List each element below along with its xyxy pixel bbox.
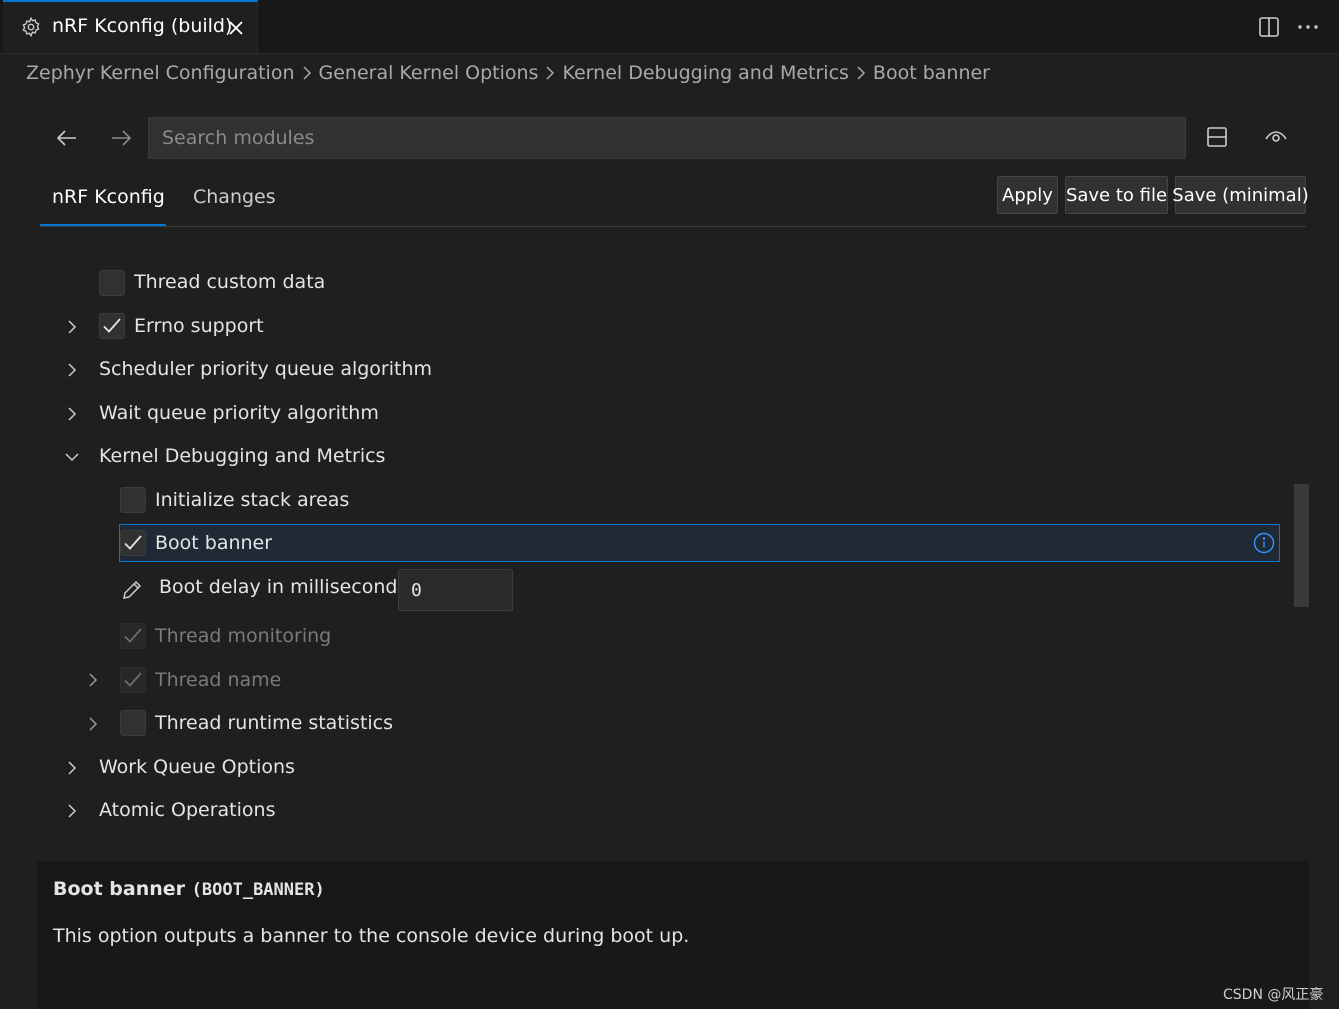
chevron-down-icon[interactable]	[63, 448, 81, 466]
errno-support-checkbox[interactable]	[99, 313, 125, 339]
search-box[interactable]	[148, 117, 1186, 159]
tree-menu-label[interactable]: Wait queue priority algorithm	[99, 402, 379, 424]
arrow-left-icon	[56, 130, 76, 146]
chevron-right-icon[interactable]	[63, 361, 81, 379]
more-actions-icon[interactable]	[1296, 15, 1320, 39]
tab-divider	[40, 226, 1306, 227]
chevron-right-icon[interactable]	[63, 318, 81, 336]
tree-item-label: Thread monitoring	[155, 625, 332, 647]
info-description: This option outputs a banner to the cons…	[53, 925, 690, 947]
back-button[interactable]	[52, 123, 82, 153]
split-editor-icon[interactable]	[1257, 15, 1281, 39]
checkmark-icon	[103, 318, 121, 333]
tab-nrf-kconfig[interactable]: nRF Kconfig	[52, 186, 165, 208]
chevron-right-icon[interactable]	[84, 715, 102, 733]
tree-item-label: Boot delay in milliseconds	[159, 576, 408, 598]
checkmark-icon	[124, 672, 142, 687]
tree-scrollbar[interactable]	[1294, 484, 1309, 607]
boot-delay-input[interactable]	[399, 570, 512, 610]
chevron-right-icon	[854, 63, 868, 83]
save-to-file-button[interactable]: Save to file	[1065, 176, 1168, 214]
thread-monitoring-checkbox	[120, 623, 146, 649]
selected-row[interactable]	[119, 524, 1280, 562]
info-icon[interactable]	[1253, 532, 1275, 554]
tab-changes[interactable]: Changes	[193, 186, 276, 208]
breadcrumb-item[interactable]: Kernel Debugging and Metrics	[562, 62, 848, 84]
chevron-right-icon[interactable]	[63, 802, 81, 820]
tree-item-label: Thread name	[155, 669, 282, 691]
apply-button[interactable]: Apply	[997, 176, 1058, 214]
tab-title: nRF Kconfig (build)	[52, 15, 233, 37]
watermark: CSDN @风正豪	[1223, 987, 1324, 1003]
tree-item-label: Errno support	[134, 315, 264, 337]
forward-button[interactable]	[106, 123, 136, 153]
tree-menu-label[interactable]: Work Queue Options	[99, 756, 295, 778]
search-input[interactable]	[149, 118, 1185, 158]
tree-item-label: Thread runtime statistics	[155, 712, 394, 734]
breadcrumb-item[interactable]: Zephyr Kernel Configuration	[26, 62, 295, 84]
thread-custom-data-checkbox[interactable]	[99, 270, 125, 296]
chevron-right-icon[interactable]	[63, 759, 81, 777]
boot-delay-input-box[interactable]	[398, 569, 513, 611]
thread-name-checkbox	[120, 667, 146, 693]
collapse-all-icon[interactable]	[1205, 125, 1229, 149]
breadcrumb-item[interactable]: General Kernel Options	[319, 62, 539, 84]
checkmark-icon	[124, 535, 142, 550]
pencil-icon	[120, 578, 144, 602]
chevron-right-icon	[543, 63, 557, 83]
tree-menu-label[interactable]: Scheduler priority queue algorithm	[99, 358, 432, 380]
arrow-right-icon	[112, 130, 132, 146]
thread-runtime-statistics-checkbox[interactable]	[120, 710, 146, 736]
save-minimal-button[interactable]: Save (minimal)	[1172, 176, 1309, 214]
checkmark-icon	[124, 628, 142, 643]
info-symbol: (BOOT_BANNER)	[191, 880, 325, 900]
editor-tab-kconfig[interactable]: nRF Kconfig (build)	[3, 0, 258, 53]
tree-item-label: Thread custom data	[134, 271, 326, 293]
close-tab-icon[interactable]	[227, 19, 245, 37]
breadcrumb: Zephyr Kernel Configuration General Kern…	[26, 60, 990, 86]
info-title: Boot banner (BOOT_BANNER)	[53, 878, 325, 900]
tree-item-label: Boot banner	[155, 532, 273, 554]
eye-icon[interactable]	[1263, 125, 1289, 149]
chevron-right-icon[interactable]	[63, 405, 81, 423]
chevron-right-icon	[300, 63, 314, 83]
gear-icon	[20, 16, 42, 38]
breadcrumb-item[interactable]: Boot banner	[873, 62, 990, 84]
tree-item-label: Initialize stack areas	[155, 489, 350, 511]
info-title-text: Boot banner	[53, 878, 186, 900]
tree-menu-label[interactable]: Atomic Operations	[99, 799, 275, 821]
chevron-right-icon[interactable]	[84, 671, 102, 689]
boot-banner-checkbox[interactable]	[120, 530, 146, 556]
tree-menu-label[interactable]: Kernel Debugging and Metrics	[99, 445, 385, 467]
initialize-stack-areas-checkbox[interactable]	[120, 487, 146, 513]
